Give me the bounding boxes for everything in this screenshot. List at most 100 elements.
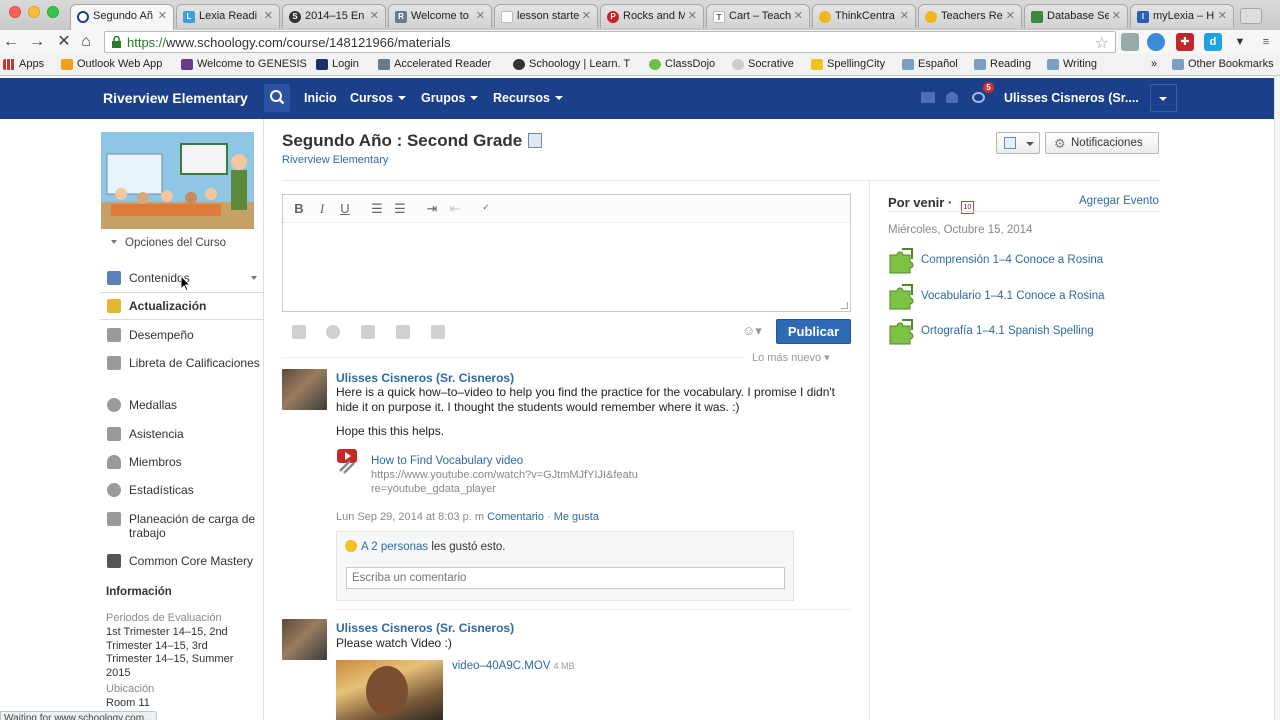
italic-icon[interactable]: I	[314, 201, 330, 217]
site-brand[interactable]: Riverview Elementary	[103, 90, 248, 106]
calendar-icon[interactable]: 10	[960, 201, 974, 214]
back-arrow-icon[interactable]: ←	[2, 33, 20, 51]
browser-tab-mylexia[interactable]: l myLexia – H ✕	[1130, 4, 1234, 28]
view-options-dropdown[interactable]	[996, 132, 1040, 154]
tab-close-icon[interactable]: ✕	[264, 9, 273, 22]
sidebar-item-actualizacion[interactable]: Actualización	[100, 292, 263, 320]
tab-close-icon[interactable]: ✕	[688, 9, 697, 22]
attach-link-icon[interactable]	[326, 325, 340, 339]
bookmark-outlook[interactable]: Outlook Web App	[61, 58, 162, 70]
comment-input[interactable]	[346, 567, 785, 589]
notifications-button[interactable]: ⚙ Notificaciones	[1045, 132, 1159, 154]
upcoming-event-title[interactable]: Comprensión 1–4 Conoce a Rosina	[921, 254, 1103, 266]
bookmark-accelerated-reader[interactable]: Accelerated Reader	[378, 58, 491, 70]
browser-tab-teachers[interactable]: Teachers Re ✕	[918, 4, 1022, 28]
likes-people-link[interactable]: A 2 personas	[361, 541, 428, 553]
extension-gear-icon[interactable]	[1121, 33, 1139, 51]
upcoming-event[interactable]: Comprensión 1–4 Conoce a Rosina	[888, 247, 1163, 275]
bookmarks-overflow-chevron-icon[interactable]: »	[1151, 58, 1157, 70]
sidebar-item-medallas[interactable]: Medallas	[100, 398, 263, 412]
nav-inicio[interactable]: Inicio	[304, 91, 337, 105]
browser-tab-rocks[interactable]: P Rocks and M ✕	[600, 4, 704, 28]
sidebar-item-desempeno[interactable]: Desempeño	[100, 328, 263, 342]
bullet-list-icon[interactable]: ☰	[369, 201, 385, 217]
author-avatar[interactable]	[282, 619, 327, 660]
nav-recursos[interactable]: Recursos	[493, 91, 563, 105]
attach-audio-icon[interactable]	[396, 325, 410, 339]
browser-tab-segundo[interactable]: Segundo Añ ✕	[70, 4, 174, 30]
resize-handle-icon[interactable]	[841, 302, 848, 309]
window-minimize-button[interactable]	[28, 6, 40, 18]
comment-link[interactable]: Comentario	[487, 511, 544, 523]
tab-close-icon[interactable]: ✕	[582, 9, 591, 22]
course-options-toggle[interactable]: Opciones del Curso	[111, 237, 226, 249]
browser-tab-welcome[interactable]: R Welcome to ✕	[388, 4, 492, 28]
extension-bird-icon[interactable]: ▼	[1231, 33, 1249, 51]
page-scrollbar[interactable]	[1274, 76, 1280, 720]
bold-icon[interactable]: B	[291, 201, 307, 216]
browser-tab-lesson[interactable]: lesson starte ✕	[494, 4, 598, 28]
browser-tab-cart[interactable]: T Cart – Teach ✕	[706, 4, 810, 28]
emoji-picker-icon[interactable]: ☺▾	[742, 323, 762, 339]
bookmark-schoology[interactable]: Schoology | Learn. T	[513, 58, 630, 70]
tab-close-icon[interactable]: ✕	[158, 9, 167, 22]
author-avatar[interactable]	[282, 369, 327, 410]
user-menu-name[interactable]: Ulisses Cisneros (Sr....	[1004, 91, 1139, 105]
tab-close-icon[interactable]: ✕	[370, 9, 379, 22]
requests-icon[interactable]	[946, 92, 958, 103]
forward-arrow-icon[interactable]: →	[28, 33, 46, 51]
bookmark-other-bookmarks[interactable]: Other Bookmarks	[1172, 58, 1274, 70]
bookmark-login[interactable]: Login	[316, 58, 359, 70]
extension-globe-icon[interactable]	[1147, 33, 1165, 51]
attach-resource-icon[interactable]	[361, 325, 375, 339]
window-zoom-button[interactable]	[47, 6, 59, 18]
publish-button[interactable]: Publicar	[776, 319, 851, 344]
upcoming-event[interactable]: Ortografía 1–4.1 Spanish Spelling	[888, 318, 1163, 346]
spellcheck-icon[interactable]: ✓	[478, 202, 494, 213]
sidebar-item-miembros[interactable]: Miembros	[100, 455, 263, 469]
attach-poll-icon[interactable]	[431, 325, 445, 339]
search-button[interactable]	[264, 84, 290, 112]
post-editor[interactable]: B I U ☰ ☰ ⇥ ⇤ ✓	[282, 194, 851, 312]
indent-icon[interactable]: ⇥	[424, 201, 440, 217]
browser-tab-thinkcentral[interactable]: ThinkCentra ✕	[812, 4, 916, 28]
add-event-link[interactable]: Agregar Evento	[1079, 195, 1159, 207]
chrome-menu-icon[interactable]: ≡	[1257, 33, 1275, 51]
upcoming-event-title[interactable]: Vocabulario 1–4.1 Conoce a Rosina	[921, 290, 1105, 302]
sidebar-item-libreta[interactable]: Libreta de Calificaciones	[100, 356, 263, 370]
tab-close-icon[interactable]: ✕	[1006, 9, 1015, 22]
bookmark-star-icon[interactable]: ☆	[1095, 33, 1109, 53]
upcoming-event[interactable]: Vocabulario 1–4.1 Conoce a Rosina	[888, 283, 1163, 311]
link-url[interactable]: https://www.youtube.com/watch?v=GJtmMJfY…	[371, 469, 641, 496]
extension-lastpass-icon[interactable]: ✚	[1176, 33, 1194, 51]
messages-icon[interactable]	[921, 92, 935, 103]
browser-tab-lexia[interactable]: L Lexia Readi ✕	[176, 4, 280, 28]
home-icon[interactable]: ⌂	[77, 33, 95, 51]
bookmark-folder-writing[interactable]: Writing	[1047, 58, 1097, 70]
sidebar-item-common-core[interactable]: Common Core Mastery	[100, 554, 263, 568]
bookmark-socrative[interactable]: Socrative	[732, 58, 794, 70]
tab-close-icon[interactable]: ✕	[900, 9, 909, 22]
sidebar-item-planeacion[interactable]: Planeación de carga de trabajo	[100, 512, 263, 540]
stop-loading-icon[interactable]: ✕	[55, 33, 73, 51]
extension-d-icon[interactable]: d	[1204, 33, 1222, 51]
window-close-button[interactable]	[9, 6, 21, 18]
attach-file-icon[interactable]	[292, 325, 306, 339]
tab-close-icon[interactable]: ✕	[794, 9, 803, 22]
course-picture[interactable]	[101, 132, 254, 229]
upcoming-event-title[interactable]: Ortografía 1–4.1 Spanish Spelling	[921, 325, 1094, 337]
school-link[interactable]: Riverview Elementary	[282, 154, 388, 166]
new-tab-button[interactable]	[1240, 8, 1262, 24]
user-menu-dropdown[interactable]	[1150, 84, 1177, 112]
outdent-icon[interactable]: ⇤	[447, 201, 463, 217]
sidebar-item-estadisticas[interactable]: Estadísticas	[100, 483, 263, 497]
nav-cursos[interactable]: Cursos	[350, 91, 407, 105]
tab-close-icon[interactable]: ✕	[1218, 9, 1227, 22]
sidebar-item-asistencia[interactable]: Asistencia	[100, 427, 263, 441]
browser-tab-database[interactable]: Database Se ✕	[1024, 4, 1128, 28]
like-link[interactable]: Me gusta	[554, 511, 599, 523]
video-thumbnail[interactable]	[336, 660, 443, 720]
bookmark-apps[interactable]: Apps	[3, 58, 44, 70]
sort-dropdown[interactable]: Lo más nuevo ▾	[752, 351, 830, 364]
underline-icon[interactable]: U	[337, 201, 353, 216]
